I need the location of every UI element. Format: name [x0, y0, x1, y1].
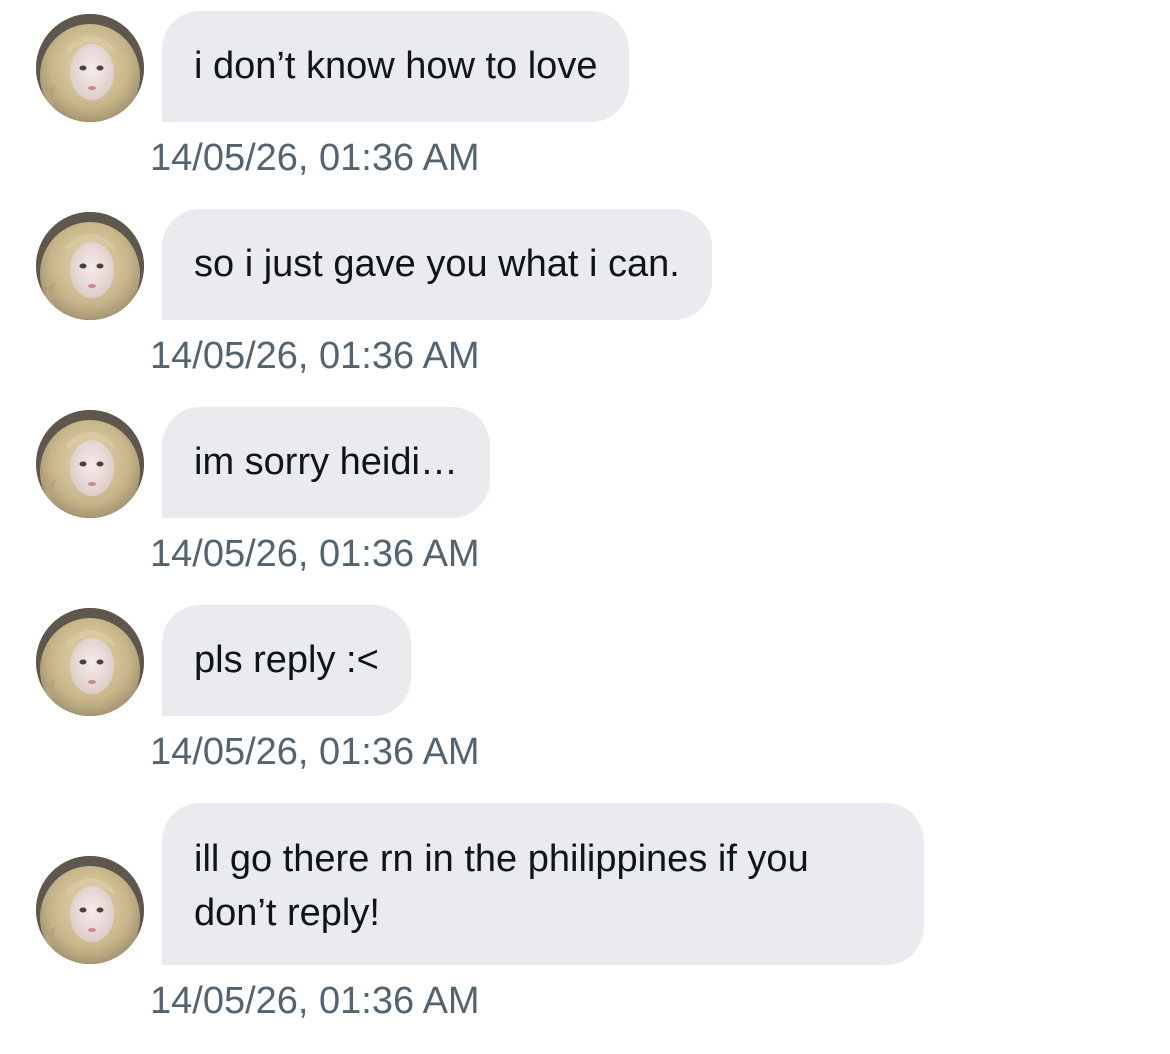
profile-photo-icon: [36, 410, 144, 518]
message-timestamp: 14/05/26, 01:36 AM: [150, 980, 480, 1022]
profile-photo-icon: [36, 608, 144, 716]
message-text: i don’t know how to love: [194, 45, 598, 87]
message-text: pls reply :<: [194, 639, 379, 681]
message-bubble[interactable]: pls reply :<: [162, 605, 411, 716]
avatar[interactable]: [36, 14, 144, 122]
message-bubble[interactable]: i don’t know how to love: [162, 11, 630, 122]
message-bubble[interactable]: so i just gave you what i can.: [162, 209, 712, 320]
avatar[interactable]: [36, 608, 144, 716]
message-text: im sorry heidi…: [194, 441, 458, 483]
avatar[interactable]: [36, 410, 144, 518]
message-bubble[interactable]: im sorry heidi…: [162, 407, 490, 518]
avatar[interactable]: [36, 856, 144, 964]
message-timestamp: 14/05/26, 01:36 AM: [150, 731, 480, 773]
message-text: so i just gave you what i can.: [194, 243, 680, 285]
profile-photo-icon: [36, 212, 144, 320]
profile-photo-icon: [36, 14, 144, 122]
message-timestamp: 14/05/26, 01:36 AM: [150, 335, 480, 377]
message-timestamp: 14/05/26, 01:36 AM: [150, 137, 480, 179]
avatar[interactable]: [36, 212, 144, 320]
message-thread: i don’t know how to love 14/05/26, 01:36…: [0, 0, 1170, 1054]
message-timestamp: 14/05/26, 01:36 AM: [150, 533, 480, 575]
message-bubble[interactable]: ill go there rn in the philippines if yo…: [162, 803, 924, 965]
profile-photo-icon: [36, 856, 144, 964]
message-text: ill go there rn in the philippines if yo…: [194, 838, 809, 934]
